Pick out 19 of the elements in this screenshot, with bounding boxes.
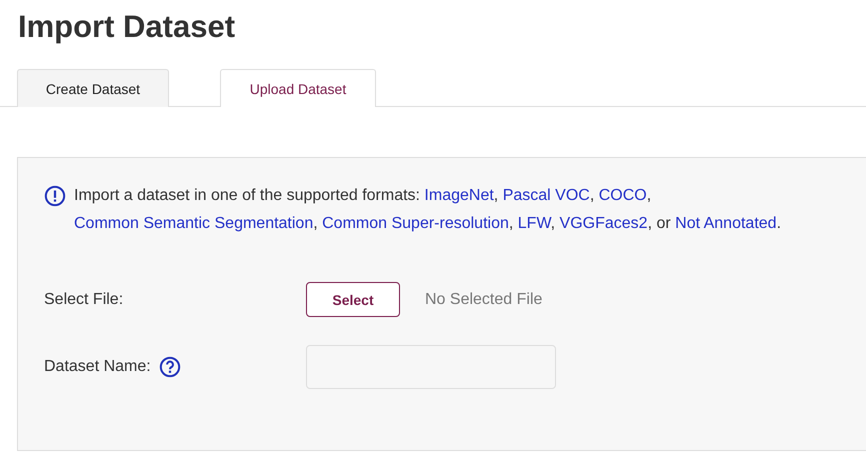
dataset-name-field[interactable] — [306, 345, 556, 389]
format-link[interactable]: LFW — [518, 215, 551, 232]
help-icon[interactable] — [158, 356, 181, 378]
format-link[interactable]: COCO — [598, 187, 647, 204]
format-link[interactable]: ImageNet — [424, 187, 494, 204]
info-icon — [44, 185, 66, 207]
tab[interactable]: Upload Dataset — [220, 69, 376, 107]
select-button[interactable]: Select — [306, 282, 400, 317]
field-label: Select File: — [44, 290, 124, 308]
info-message: Import a dataset in one of the supported formats: ImageNet, Pascal VOC, COCO, Common Semantic Segmentation, Common Super-resolution, LFW, VGGFaces2, or Not Annotated. — [74, 186, 782, 234]
page-title: Import Dataset — [17, 8, 236, 46]
format-link[interactable]: Common Semantic Segmentation — [74, 215, 314, 232]
format-link[interactable]: Not Annotated — [675, 215, 777, 232]
tab[interactable]: Create Dataset — [17, 69, 169, 107]
field-label: Dataset Name: — [44, 358, 151, 376]
format-link[interactable]: Common Super-resolution — [322, 215, 509, 232]
format-link[interactable]: VGGFaces2 — [560, 215, 648, 232]
format-link[interactable]: Pascal VOC — [502, 187, 590, 204]
file-status: No Selected File — [425, 290, 542, 308]
